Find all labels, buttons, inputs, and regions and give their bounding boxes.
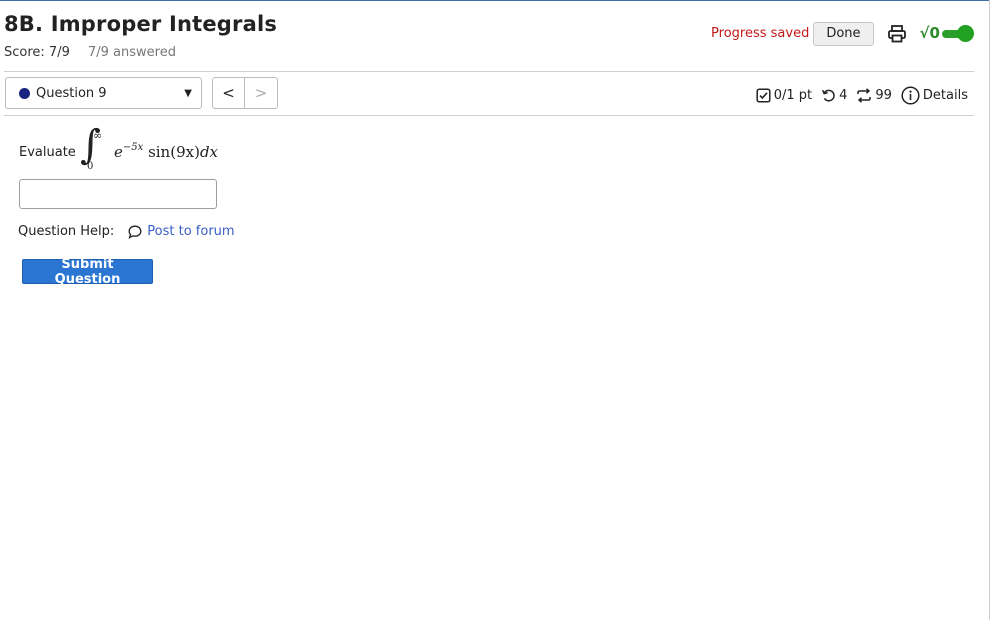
question-status-dot — [19, 87, 30, 99]
score-row: Score: 7/9 7/9 answered — [4, 45, 176, 60]
retries-value: 4 — [839, 87, 848, 103]
printer-icon[interactable] — [886, 23, 908, 45]
page-title: 8B. Improper Integrals — [4, 12, 278, 36]
dropdown-caret-icon: ▼ — [184, 87, 192, 99]
question-help-label: Question Help: — [18, 224, 115, 239]
toggle-switch[interactable] — [942, 24, 974, 42]
previous-question-button[interactable]: < — [212, 77, 245, 109]
checkbox-icon — [756, 87, 771, 103]
progress-status: Progress saved — [711, 26, 810, 41]
attempts-value: 99 — [875, 87, 892, 103]
retry-icon — [821, 88, 836, 103]
question-divider — [4, 115, 974, 116]
question-help: Question Help: Post to forum — [18, 224, 235, 239]
submit-question-button[interactable]: Submit Question — [22, 257, 153, 287]
answered-count: 7/9 answered — [88, 45, 176, 60]
differential: dx — [199, 143, 218, 161]
lower-limit: 0 — [87, 161, 94, 172]
math-display-toggle[interactable]: √0 — [919, 24, 974, 42]
details-link[interactable]: Details — [923, 88, 968, 103]
info-icon[interactable] — [901, 85, 920, 105]
function: sin(9x) — [148, 143, 200, 161]
printer-icon-graphic — [887, 24, 906, 42]
post-to-forum-link[interactable]: Post to forum — [147, 224, 234, 239]
upper-limit: ∞ — [93, 129, 103, 142]
sqrt-icon: √0 — [919, 24, 940, 42]
next-question-button[interactable]: > — [245, 77, 278, 109]
question-nav-buttons: < > — [212, 77, 278, 109]
header-actions: Progress saved Done √0 — [711, 21, 974, 46]
attempts-icon — [856, 87, 872, 103]
question-select[interactable]: Question 9 ▼ — [5, 77, 202, 109]
question-select-label: Question 9 — [36, 85, 107, 101]
chat-bubble-icon — [128, 225, 142, 239]
base: e — [114, 143, 123, 161]
toggle-knob — [957, 24, 974, 42]
header-divider — [4, 71, 974, 72]
points-value: 0/1 pt — [773, 87, 813, 103]
top-border — [0, 0, 990, 1]
exponent: −5x — [122, 142, 144, 153]
question-meta: 0/1 pt 4 99 Details — [756, 85, 974, 105]
integral-expression: ∫ ∞ 0 e−5x sin(9x)dx — [80, 125, 230, 178]
answer-input[interactable] — [19, 179, 217, 209]
score-text: Score: 7/9 — [4, 45, 70, 60]
integrand: e−5x sin(9x)dx — [114, 142, 218, 161]
question-prompt: Evaluate — [19, 145, 76, 160]
done-button[interactable]: Done — [813, 21, 874, 46]
